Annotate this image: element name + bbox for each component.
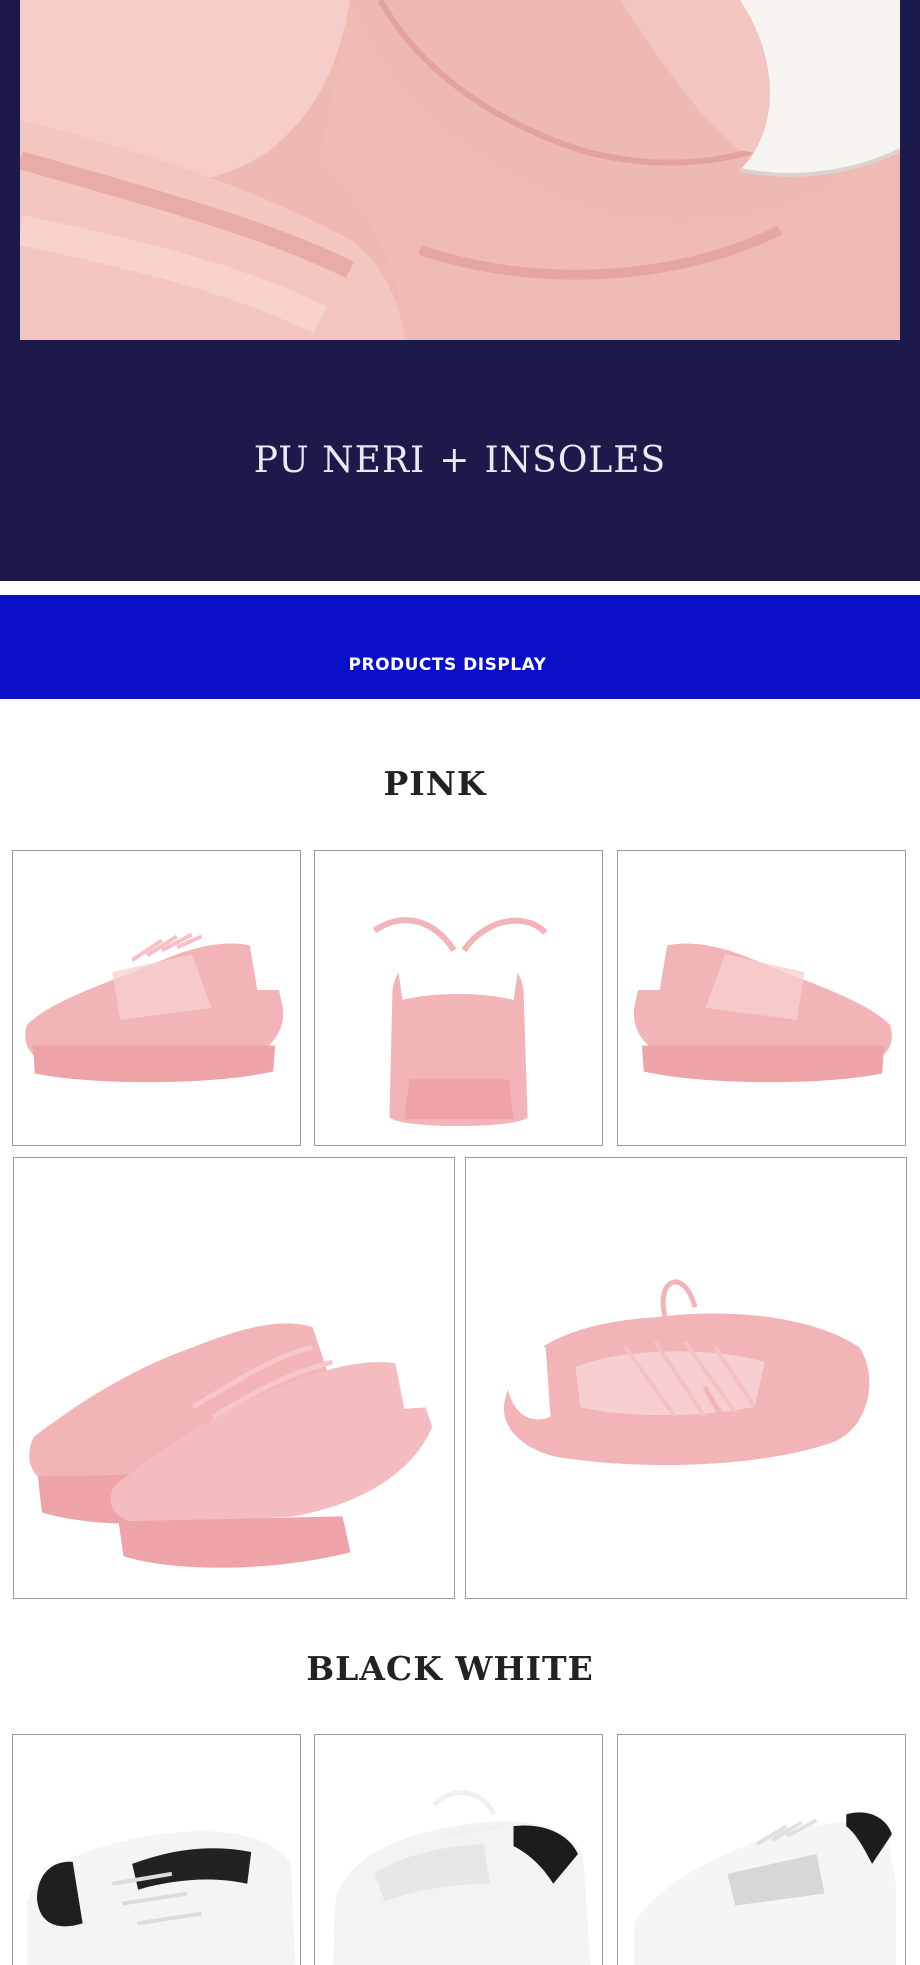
black-white-section-title: BLACK WHITE: [306, 1649, 594, 1688]
products-display-banner: PRODUCTS DISPLAY: [0, 595, 920, 699]
caption-material: PU NERI: [253, 440, 426, 481]
pink-shoe-top-photo[interactable]: [465, 1157, 907, 1599]
black-white-shoe-top-photo[interactable]: [12, 1734, 301, 1965]
caption-insoles: INSOLES: [484, 440, 667, 481]
caption-plus: +: [439, 440, 471, 481]
products-display-label: PRODUCTS DISPLAY: [348, 655, 547, 675]
black-white-shoe-side-photo[interactable]: [617, 1734, 906, 1965]
material-caption: PU NERI + INSOLES: [0, 440, 920, 481]
pink-shoe-inner-side-photo[interactable]: [617, 850, 906, 1146]
pink-shoe-pair-photo[interactable]: [13, 1157, 455, 1599]
pink-shoe-back-photo[interactable]: [314, 850, 603, 1146]
black-white-shoe-front-photo[interactable]: [314, 1734, 603, 1965]
material-detail-section: PU NERI + INSOLES: [0, 0, 920, 581]
pink-section-title: PINK: [383, 764, 487, 803]
insole-closeup-photo: [20, 0, 900, 340]
pink-shoe-side-photo[interactable]: [12, 850, 301, 1146]
